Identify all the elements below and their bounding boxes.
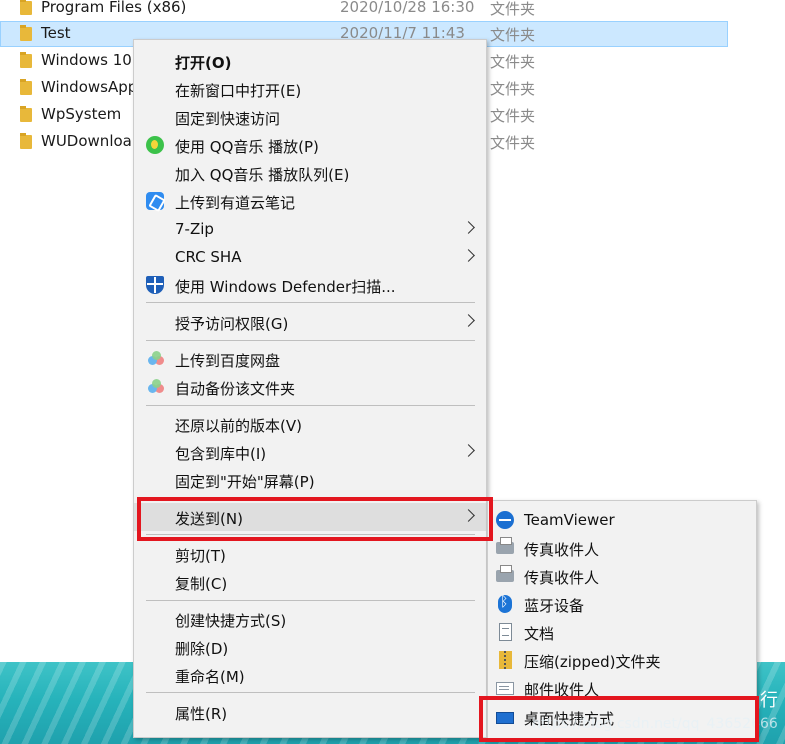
folder-icon — [20, 133, 32, 149]
send-to-fax-recipient[interactable]: 传真收件人 — [488, 534, 756, 562]
file-name: Test — [41, 24, 71, 42]
menu-item-include-library[interactable]: 包含到库中(I) — [134, 438, 486, 466]
folder-icon — [20, 25, 32, 41]
folder-icon — [20, 79, 32, 95]
qq-music-icon — [146, 136, 164, 154]
menu-item-qq-music-queue[interactable]: 加入 QQ音乐 播放队列(E) — [134, 159, 486, 187]
highlight-box-send-to — [137, 497, 493, 541]
menu-item-baidu-upload[interactable]: 上传到百度网盘 — [134, 345, 486, 373]
menu-item-label: 上传到百度网盘 — [175, 352, 281, 370]
mail-icon — [496, 682, 514, 695]
menu-item-label: 使用 QQ音乐 播放(P) — [175, 138, 319, 156]
menu-item-label: 还原以前的版本(V) — [175, 417, 302, 435]
menu-item-pin-quick-access[interactable]: 固定到快速访问 — [134, 103, 486, 131]
document-icon — [499, 623, 512, 641]
menu-item-label: 创建快捷方式(S) — [175, 612, 287, 630]
menu-item-label: 自动备份该文件夹 — [175, 380, 296, 398]
menu-item-label: 7-Zip — [175, 220, 214, 238]
teamviewer-icon — [496, 511, 514, 529]
send-to-documents[interactable]: 文档 — [488, 618, 756, 646]
chevron-right-icon — [462, 444, 475, 457]
menu-item-rename[interactable]: 重命名(M) — [134, 661, 486, 689]
menu-item-label: 重命名(M) — [175, 668, 245, 686]
fax-icon — [496, 565, 514, 582]
menu-item-create-shortcut[interactable]: 创建快捷方式(S) — [134, 605, 486, 633]
baidu-netdisk-icon — [146, 350, 164, 368]
menu-item-open-new-window[interactable]: 在新窗口中打开(E) — [134, 75, 486, 103]
menu-item-label: 授予访问权限(G) — [175, 315, 289, 333]
menu-item-delete[interactable]: 删除(D) — [134, 633, 486, 661]
menu-item-pin-start[interactable]: 固定到"开始"屏幕(P) — [134, 466, 486, 494]
menu-item-label: 包含到库中(I) — [175, 445, 267, 463]
menu-item-copy[interactable]: 复制(C) — [134, 568, 486, 596]
menu-item-label: 上传到有道云笔记 — [175, 194, 296, 212]
menu-item-open[interactable]: 打开(O) — [134, 47, 486, 75]
menu-item-7zip[interactable]: 7-Zip — [134, 215, 486, 243]
send-to-zip-folder[interactable]: 压缩(zipped)文件夹 — [488, 646, 756, 674]
file-type: 文件夹 — [490, 26, 536, 44]
zip-folder-icon — [499, 651, 512, 669]
fax-icon — [496, 537, 514, 554]
file-type: 文件夹 — [490, 53, 536, 71]
windows-defender-shield-icon — [146, 276, 164, 294]
file-name: Program Files (x86) — [41, 0, 187, 16]
menu-item-label: 固定到快速访问 — [175, 110, 281, 128]
submenu-item-label: 压缩(zipped)文件夹 — [524, 653, 661, 671]
file-name: WpSystem — [41, 105, 122, 123]
folder-icon — [20, 0, 32, 15]
context-menu: 打开(O) 在新窗口中打开(E) 固定到快速访问 使用 QQ音乐 播放(P) 加… — [133, 39, 487, 738]
file-name: WindowsApp — [41, 78, 138, 96]
folder-icon — [20, 52, 32, 68]
menu-item-crc-sha[interactable]: CRC SHA — [134, 243, 486, 271]
menu-item-label: 复制(C) — [175, 575, 228, 593]
file-type: 文件夹 — [490, 107, 536, 125]
menu-separator — [146, 302, 475, 303]
file-name: Windows 10 — [41, 51, 132, 69]
file-type: 文件夹 — [490, 0, 536, 18]
submenu-item-label: 传真收件人 — [524, 569, 600, 587]
highlight-box-desktop-shortcut — [479, 696, 759, 742]
menu-item-properties[interactable]: 属性(R) — [134, 698, 486, 726]
menu-item-label: CRC SHA — [175, 248, 242, 266]
bluetooth-icon — [498, 594, 512, 613]
submenu-item-label: 传真收件人 — [524, 541, 600, 559]
menu-item-label: 剪切(T) — [175, 547, 226, 565]
menu-separator — [146, 600, 475, 601]
menu-item-grant-access[interactable]: 授予访问权限(G) — [134, 308, 486, 336]
menu-separator — [146, 405, 475, 406]
menu-item-label: 加入 QQ音乐 播放队列(E) — [175, 166, 350, 184]
send-to-fax-recipient-2[interactable]: 传真收件人 — [488, 562, 756, 590]
send-to-bluetooth[interactable]: 蓝牙设备 — [488, 590, 756, 618]
youdao-note-icon — [146, 192, 164, 210]
file-name: WUDownloa — [41, 132, 132, 150]
chevron-right-icon — [462, 221, 475, 234]
file-row-program-files[interactable]: Program Files (x86) 2020/10/28 16:30 文件夹 — [0, 0, 728, 21]
menu-item-label: 使用 Windows Defender扫描... — [175, 278, 396, 296]
menu-item-label: 删除(D) — [175, 640, 229, 658]
menu-item-defender-scan[interactable]: 使用 Windows Defender扫描... — [134, 271, 486, 299]
menu-separator — [146, 340, 475, 341]
file-type: 文件夹 — [490, 80, 536, 98]
submenu-item-label: 蓝牙设备 — [524, 597, 585, 615]
menu-item-restore-versions[interactable]: 还原以前的版本(V) — [134, 410, 486, 438]
chevron-right-icon — [462, 314, 475, 327]
submenu-item-label: 文档 — [524, 625, 555, 643]
menu-item-label: 固定到"开始"屏幕(P) — [175, 473, 315, 491]
menu-item-label: 在新窗口中打开(E) — [175, 82, 302, 100]
send-to-teamviewer[interactable]: TeamViewer — [488, 506, 756, 534]
menu-separator — [146, 692, 475, 693]
menu-item-cut[interactable]: 剪切(T) — [134, 540, 486, 568]
file-type: 文件夹 — [490, 134, 536, 152]
menu-item-qq-music-play[interactable]: 使用 QQ音乐 播放(P) — [134, 131, 486, 159]
menu-item-label: 属性(R) — [175, 705, 228, 723]
menu-item-label: 打开(O) — [175, 54, 232, 72]
file-date: 2020/10/28 16:30 — [340, 0, 475, 16]
menu-item-auto-backup[interactable]: 自动备份该文件夹 — [134, 373, 486, 401]
baidu-netdisk-icon — [146, 378, 164, 396]
folder-icon — [20, 106, 32, 122]
menu-item-youdao-upload[interactable]: 上传到有道云笔记 — [134, 187, 486, 215]
chevron-right-icon — [462, 249, 475, 262]
submenu-item-label: TeamViewer — [524, 511, 615, 529]
desktop-edge-text: 行 — [760, 690, 778, 711]
